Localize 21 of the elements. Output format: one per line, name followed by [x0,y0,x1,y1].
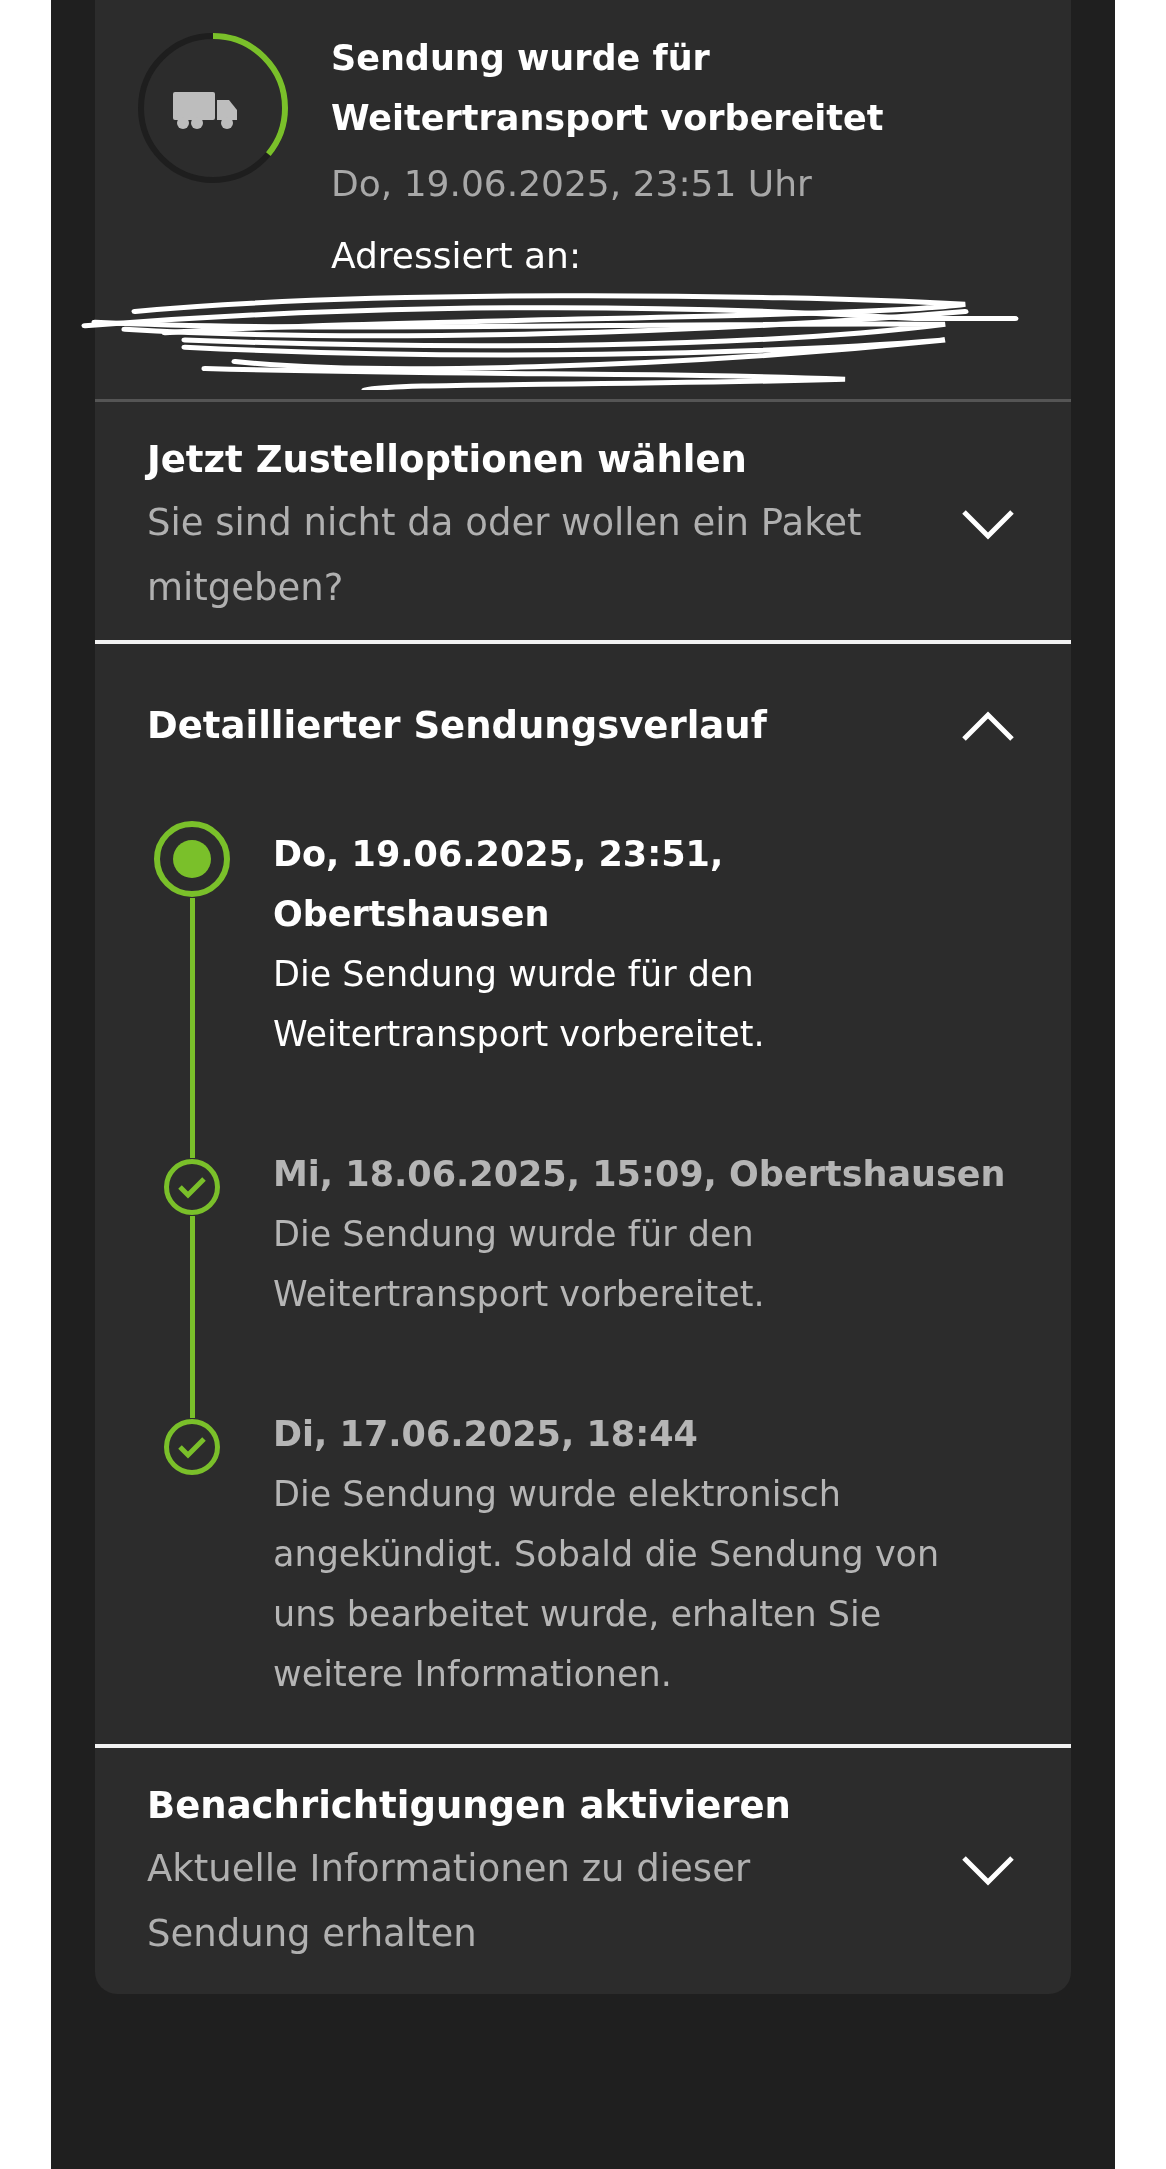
status-date: Do, 19.06.2025, 23:51 Uhr [331,162,813,206]
section-subtitle: Sie sind nicht da oder wollen ein Paket mitgeben? [147,500,863,611]
event-heading: Mi, 18.06.2025, 15:09, Obertshausen [273,1153,1007,1196]
section-title: Detaillierter Sendungsverlauf [147,703,767,749]
section-title: Jetzt Zustelloptionen wählen [147,437,748,483]
address-label: Adressiert an: [331,234,583,278]
event-text: Die Sendung wurde für den Weitertransport vorbereitet. [273,1213,766,1316]
section-header[interactable]: Benachrichtigungen aktivieren Aktuelle Informationen zu dieser Sendung erhalten [147,1776,1015,1966]
event-text: Die Sendung wurde elektronisch angekündigt. Sobald die Sendung von uns bearbeitet wurde, erhalten Sie weitere Informationen. [273,1473,941,1696]
section-title: Benachrichtigungen aktivieren [147,1783,792,1829]
status-title: Sendung wurde für Weitertransport vorbereitet [331,37,885,140]
truck-icon [173,92,237,129]
section-header[interactable]: Jetzt Zustelloptionen wählen Sie sind nicht da oder wollen ein Paket mitgeben? [147,430,1015,620]
event-text: Die Sendung wurde für den Weitertransport vorbereitet. [273,953,766,1056]
chevron-down-icon [961,509,1015,541]
section-subtitle: Aktuelle Informationen zu dieser Sendung erhalten [147,1846,752,1957]
event-heading: Di, 17.06.2025, 18:44 [273,1413,699,1456]
event-heading: Do, 19.06.2025, 23:51, Obertshausen [273,833,725,936]
chevron-up-icon [961,710,1015,742]
section-header[interactable]: Detaillierter Sendungsverlauf [147,696,1015,756]
chevron-down-icon [961,1855,1015,1887]
